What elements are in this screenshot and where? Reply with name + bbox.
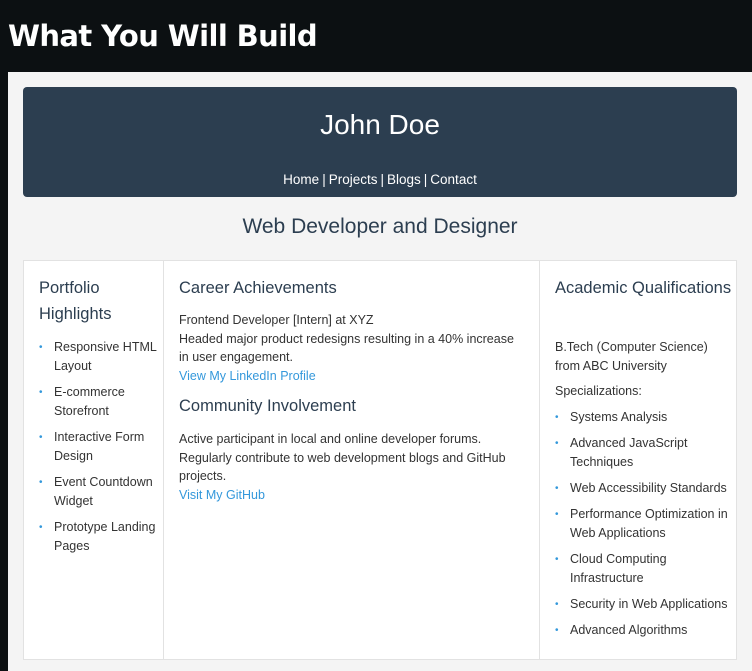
nav-contact-link[interactable]: Contact — [430, 172, 477, 187]
list-item: • Responsive HTML Layout — [39, 340, 157, 373]
list-item: • Advanced JavaScript Techniques — [555, 435, 688, 469]
list-item: • Prototype Landing Pages — [39, 520, 156, 553]
bullet-icon: • — [39, 432, 43, 443]
list-item: • E-commerce Storefront — [39, 385, 125, 418]
nav-projects-link[interactable]: Projects — [329, 172, 378, 187]
tagline: Web Developer and Designer — [242, 215, 518, 238]
site-name: John Doe — [320, 109, 440, 140]
career-column: Career Achievements Frontend Developer [… — [164, 261, 540, 659]
list-item: • Advanced Algorithms — [555, 621, 730, 640]
list-item: • Systems Analysis — [555, 408, 730, 427]
nav-separator: | — [380, 172, 384, 187]
career-role: Frontend Developer [Intern] at XYZ — [179, 313, 374, 327]
list-item: • Event Countdown Widget — [39, 475, 153, 508]
degree-text: B.Tech (Computer Science) from ABC Unive… — [555, 340, 708, 373]
career-description: Headed major product redesigns resulting… — [179, 331, 514, 365]
site-header: John Doe Home | Projects | Blogs | Contact — [23, 87, 737, 197]
list-item: • Performance Optimization in Web Applica… — [555, 506, 728, 540]
nav-home-link[interactable]: Home — [283, 172, 319, 187]
specializations-list: • Systems Analysis • Advanced JavaScript T… — [555, 408, 730, 640]
community-block: Active participant in local and online d… — [179, 430, 524, 504]
community-description: Active participant in local and online d… — [179, 432, 506, 483]
portfolio-column: Portfolio Highlights • Responsive HTML La… — [24, 261, 164, 659]
bullet-icon: • — [39, 522, 43, 533]
academic-column: Academic Qualifications B.Tech (Computer… — [540, 261, 738, 659]
bullet-icon: • — [555, 508, 559, 520]
page-heading: What You Will Build — [8, 19, 318, 53]
bullet-icon: • — [39, 477, 43, 488]
site-nav: Home | Projects | Blogs | Contact — [23, 171, 737, 189]
bullet-icon: • — [555, 437, 559, 449]
bullet-icon: • — [39, 342, 43, 353]
bullet-icon: • — [555, 411, 559, 423]
portfolio-title: Portfolio Highlights — [39, 279, 112, 323]
nav-separator: | — [322, 172, 326, 187]
academic-block: B.Tech (Computer Science) from ABC Unive… — [555, 338, 730, 647]
career-block: Frontend Developer [Intern] at XYZ Heade… — [179, 311, 524, 385]
portfolio-list: • Responsive HTML Layout • E-commerce Stor… — [39, 338, 157, 563]
academic-title: Academic Qualifications — [555, 279, 732, 297]
preview-frame: John Doe Home | Projects | Blogs | Contact Web… — [8, 72, 752, 671]
nav-separator: | — [423, 172, 428, 187]
bullet-icon: • — [555, 598, 559, 610]
list-item: • Web Accessibility Standards — [555, 479, 730, 498]
github-link[interactable]: Visit My GitHub — [179, 488, 265, 502]
list-item: • Security in Web Applications — [555, 595, 730, 614]
specializations-label: Specializations: — [555, 384, 642, 398]
bullet-icon: • — [39, 387, 43, 398]
linkedin-link[interactable]: View My LinkedIn Profile — [179, 369, 316, 383]
community-title: Community Involvement — [179, 397, 356, 415]
bullet-icon: • — [555, 553, 559, 565]
list-item: • Interactive Form Design — [39, 430, 145, 463]
list-item: • Cloud Computing Infrastructure — [555, 551, 667, 585]
career-title: Career Achievements — [179, 279, 337, 297]
content-columns: Portfolio Highlights • Responsive HTML La… — [23, 260, 737, 660]
bullet-icon: • — [555, 482, 559, 494]
bullet-icon: • — [555, 624, 559, 636]
nav-blogs-link[interactable]: Blogs — [387, 172, 421, 187]
